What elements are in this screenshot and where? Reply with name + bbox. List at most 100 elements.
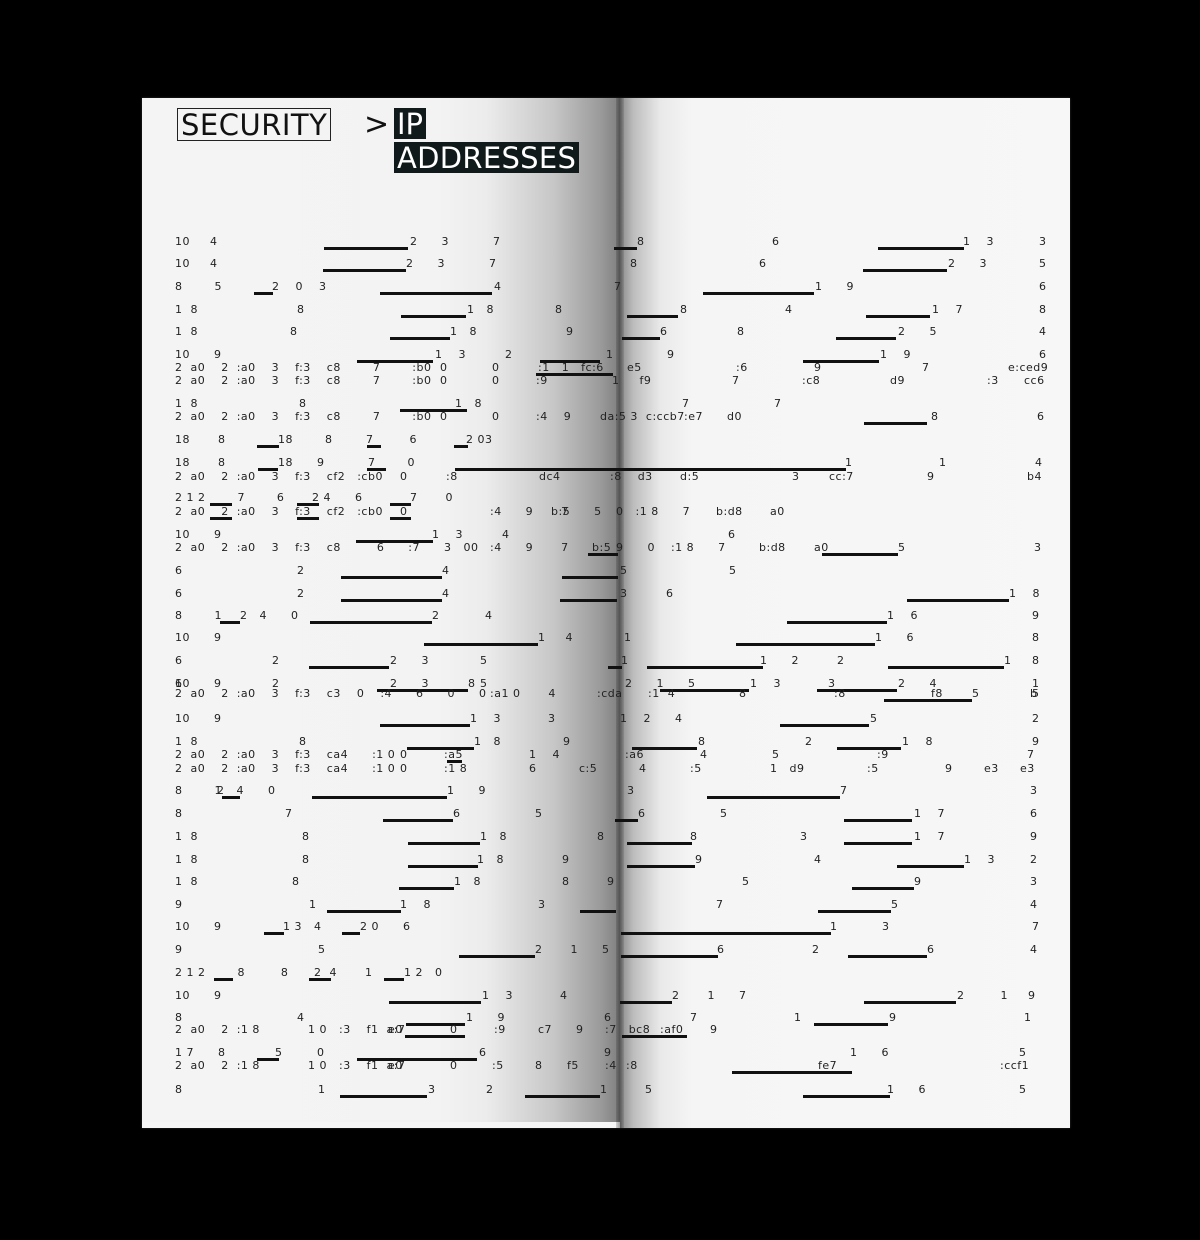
address-fragment: 0	[440, 410, 448, 423]
section-label: SECURITY	[177, 108, 332, 141]
address-fragment: 2	[297, 564, 305, 577]
address-fragment: 1 8	[467, 303, 494, 316]
address-fragment: 1 8	[477, 853, 504, 866]
address-fragment: 10 9	[175, 989, 222, 1002]
address-fragment: 1 2	[760, 654, 799, 667]
redaction-bar	[588, 553, 618, 556]
address-fragment: 8	[630, 257, 638, 270]
address-fragment: 6	[529, 762, 537, 775]
address-fragment: 1 3 4	[283, 920, 322, 933]
address-fragment: 8	[739, 687, 747, 700]
address-fragment: 5	[772, 748, 780, 761]
address-fragment: 6	[175, 587, 183, 600]
address-fragment: 1	[939, 456, 947, 469]
redaction-bar	[383, 819, 453, 822]
address-fragment: 1	[621, 654, 629, 667]
address-fragment: 1 8	[175, 875, 198, 888]
address-fragment: 1 7	[914, 830, 945, 843]
address-fragment: 0	[492, 361, 500, 374]
redaction-bar	[780, 724, 869, 727]
right-page	[620, 98, 1070, 1128]
address-fragment: 18 8	[175, 456, 226, 469]
address-fragment: :4 9 7	[490, 541, 569, 554]
address-fragment: 1 8	[175, 397, 198, 410]
address-fragment: 1 8	[175, 830, 198, 843]
address-fragment: 9	[604, 1046, 612, 1059]
address-fragment: :c8	[802, 374, 821, 387]
redaction-bar	[257, 445, 279, 448]
address-fragment: 8 1	[175, 784, 222, 797]
redaction-bar	[844, 842, 912, 845]
redaction-bar	[884, 699, 972, 702]
redaction-bar	[389, 1001, 481, 1004]
address-fragment: 1 2 0	[404, 966, 443, 979]
address-fragment: 1 7 8	[175, 1046, 226, 1059]
address-fragment: 1 f9	[612, 374, 652, 387]
address-fragment: 1 3	[470, 712, 501, 725]
address-fragment: 1 8	[175, 325, 198, 338]
address-fragment: 9	[566, 325, 574, 338]
address-fragment: 10 9	[175, 920, 222, 933]
address-fragment: 6	[175, 654, 183, 667]
address-fragment: 9	[563, 735, 571, 748]
address-fragment: 5	[742, 875, 750, 888]
address-fragment: 8	[597, 830, 605, 843]
address-fragment: 4	[560, 989, 568, 1002]
address-fragment: 0	[400, 762, 408, 775]
address-fragment: 2	[432, 609, 440, 622]
redaction-bar	[864, 1001, 956, 1004]
redaction-bar	[210, 517, 232, 520]
redaction-bar	[848, 955, 927, 958]
address-fragment: 10 4	[175, 235, 218, 248]
address-fragment: 7	[682, 397, 690, 410]
redaction-bar	[324, 247, 408, 250]
address-fragment: 1 8	[175, 735, 198, 748]
address-fragment: 1	[624, 631, 632, 644]
redaction-bar	[309, 978, 331, 981]
address-fragment: 1	[309, 898, 317, 911]
address-fragment: 1 8	[480, 830, 507, 843]
address-fragment: da:5 3 c:ccb7	[600, 410, 685, 423]
redaction-bar	[399, 887, 454, 890]
address-fragment: 1 6	[887, 609, 918, 622]
redaction-bar	[622, 337, 660, 340]
address-fragment: 7	[840, 784, 848, 797]
address-fragment: 1 7	[932, 303, 963, 316]
redaction-bar	[257, 1058, 279, 1061]
address-fragment: 5	[480, 654, 488, 667]
address-fragment: 4	[485, 609, 493, 622]
redaction-bar	[814, 1023, 888, 1026]
address-fragment: 4	[297, 1011, 305, 1024]
address-fragment: 9	[607, 875, 615, 888]
address-fragment: 4	[442, 564, 450, 577]
address-fragment: 1 2 4	[620, 712, 683, 725]
address-fragment: 6	[1039, 348, 1047, 361]
address-fragment: 1 8	[474, 735, 501, 748]
address-fragment: 18 8	[175, 433, 226, 446]
address-fragment: 2 5	[898, 325, 937, 338]
address-fragment: 8	[637, 235, 645, 248]
address-fragment: :9	[536, 374, 548, 387]
address-fragment: 7 0	[410, 491, 453, 504]
address-fragment: 2 a0 2 :a0 3 f:3 c3 0 :4 6 0 0	[175, 687, 487, 700]
address-fragment: 7	[922, 361, 930, 374]
address-fragment: 9	[814, 361, 822, 374]
redaction-bar	[380, 724, 470, 727]
address-fragment: 0	[440, 374, 448, 387]
redaction-bar	[852, 887, 914, 890]
address-fragment: e0	[388, 1059, 403, 1072]
address-fragment: 7	[614, 280, 622, 293]
address-fragment: 2 3	[390, 654, 429, 667]
address-fragment: e:ced9	[1008, 361, 1049, 374]
address-fragment: 1 9	[447, 784, 486, 797]
address-fragment: 1	[830, 920, 838, 933]
address-fragment: e0	[388, 1023, 403, 1036]
address-fragment: 8	[698, 735, 706, 748]
address-fragment: 4	[814, 853, 822, 866]
redaction-bar	[401, 315, 466, 318]
redaction-bar	[707, 796, 840, 799]
address-fragment: b	[1030, 687, 1038, 700]
address-fragment: :9	[494, 1023, 506, 1036]
address-fragment: e5	[627, 361, 642, 374]
address-fragment: 6	[728, 528, 736, 541]
